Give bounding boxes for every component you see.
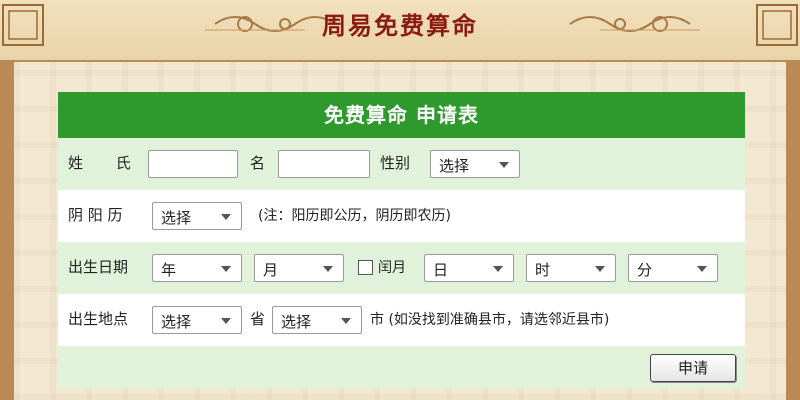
province-select[interactable]: 选择 <box>152 306 242 334</box>
chevron-down-icon <box>697 266 707 272</box>
given-name-input[interactable] <box>278 150 370 178</box>
birth-date-label: 出生日期 <box>68 258 129 276</box>
leap-month-checkbox[interactable] <box>358 260 373 275</box>
leap-month-label: 闰月 <box>378 260 406 276</box>
year-select[interactable]: 年 <box>152 254 242 282</box>
day-select[interactable]: 日 <box>424 254 514 282</box>
city-select[interactable]: 选择 <box>272 306 362 334</box>
chevron-down-icon <box>493 266 503 272</box>
calendar-note: (注：阳历即公历，阴历即农历) <box>258 208 451 224</box>
form-title: 免费算命 申请表 <box>58 92 745 138</box>
calendar-select-value: 选择 <box>161 209 192 227</box>
surname-label: 姓 氏 <box>68 154 145 172</box>
cloud-ornament-right-icon <box>569 16 700 32</box>
hour-select[interactable]: 时 <box>526 254 616 282</box>
city-note: 市 (如没找到准确县市，请选邻近县市) <box>370 312 610 328</box>
calendar-row: 阴 阳 历 选择 (注：阳历即公历，阴历即农历) <box>58 190 745 242</box>
gender-label: 性别 <box>380 154 411 172</box>
calendar-label: 阴 阳 历 <box>68 206 123 224</box>
submit-row: 申请 <box>58 346 745 388</box>
birth-place-row: 出生地点 选择 省 选择 市 (如没找到准确县市，请选邻近县市) <box>58 294 745 346</box>
chevron-down-icon <box>595 266 605 272</box>
submit-button[interactable]: 申请 <box>650 354 736 382</box>
month-select[interactable]: 月 <box>254 254 344 282</box>
gender-select[interactable]: 选择 <box>430 150 520 178</box>
minute-select[interactable]: 分 <box>628 254 718 282</box>
chevron-down-icon <box>499 162 509 168</box>
gender-select-value: 选择 <box>439 157 470 175</box>
city-select-value: 选择 <box>281 313 312 331</box>
day-select-value: 日 <box>433 261 449 279</box>
birth-place-label: 出生地点 <box>68 310 129 328</box>
minute-select-value: 分 <box>637 261 653 279</box>
chevron-down-icon <box>221 266 231 272</box>
page-header: 周易免费算命 <box>0 0 800 62</box>
hour-select-value: 时 <box>535 261 551 279</box>
chevron-down-icon <box>221 214 231 220</box>
birth-date-row: 出生日期 年 月 闰月 日 时 分 <box>58 242 745 294</box>
corner-ornament-icon <box>756 4 798 46</box>
chevron-down-icon <box>323 266 333 272</box>
chevron-down-icon <box>341 318 351 324</box>
calendar-select[interactable]: 选择 <box>152 202 242 230</box>
name-row: 姓 氏 名 性别 选择 <box>58 138 745 190</box>
given-name-label: 名 <box>250 154 266 172</box>
year-select-value: 年 <box>161 261 177 279</box>
province-select-value: 选择 <box>161 313 192 331</box>
surname-input[interactable] <box>148 150 238 178</box>
province-label: 省 <box>250 310 266 328</box>
chevron-down-icon <box>221 318 231 324</box>
application-form: 免费算命 申请表 姓 氏 名 性别 选择 阴 阳 历 选择 (注：阳历即公历，阴… <box>58 92 745 388</box>
month-select-value: 月 <box>263 261 279 279</box>
